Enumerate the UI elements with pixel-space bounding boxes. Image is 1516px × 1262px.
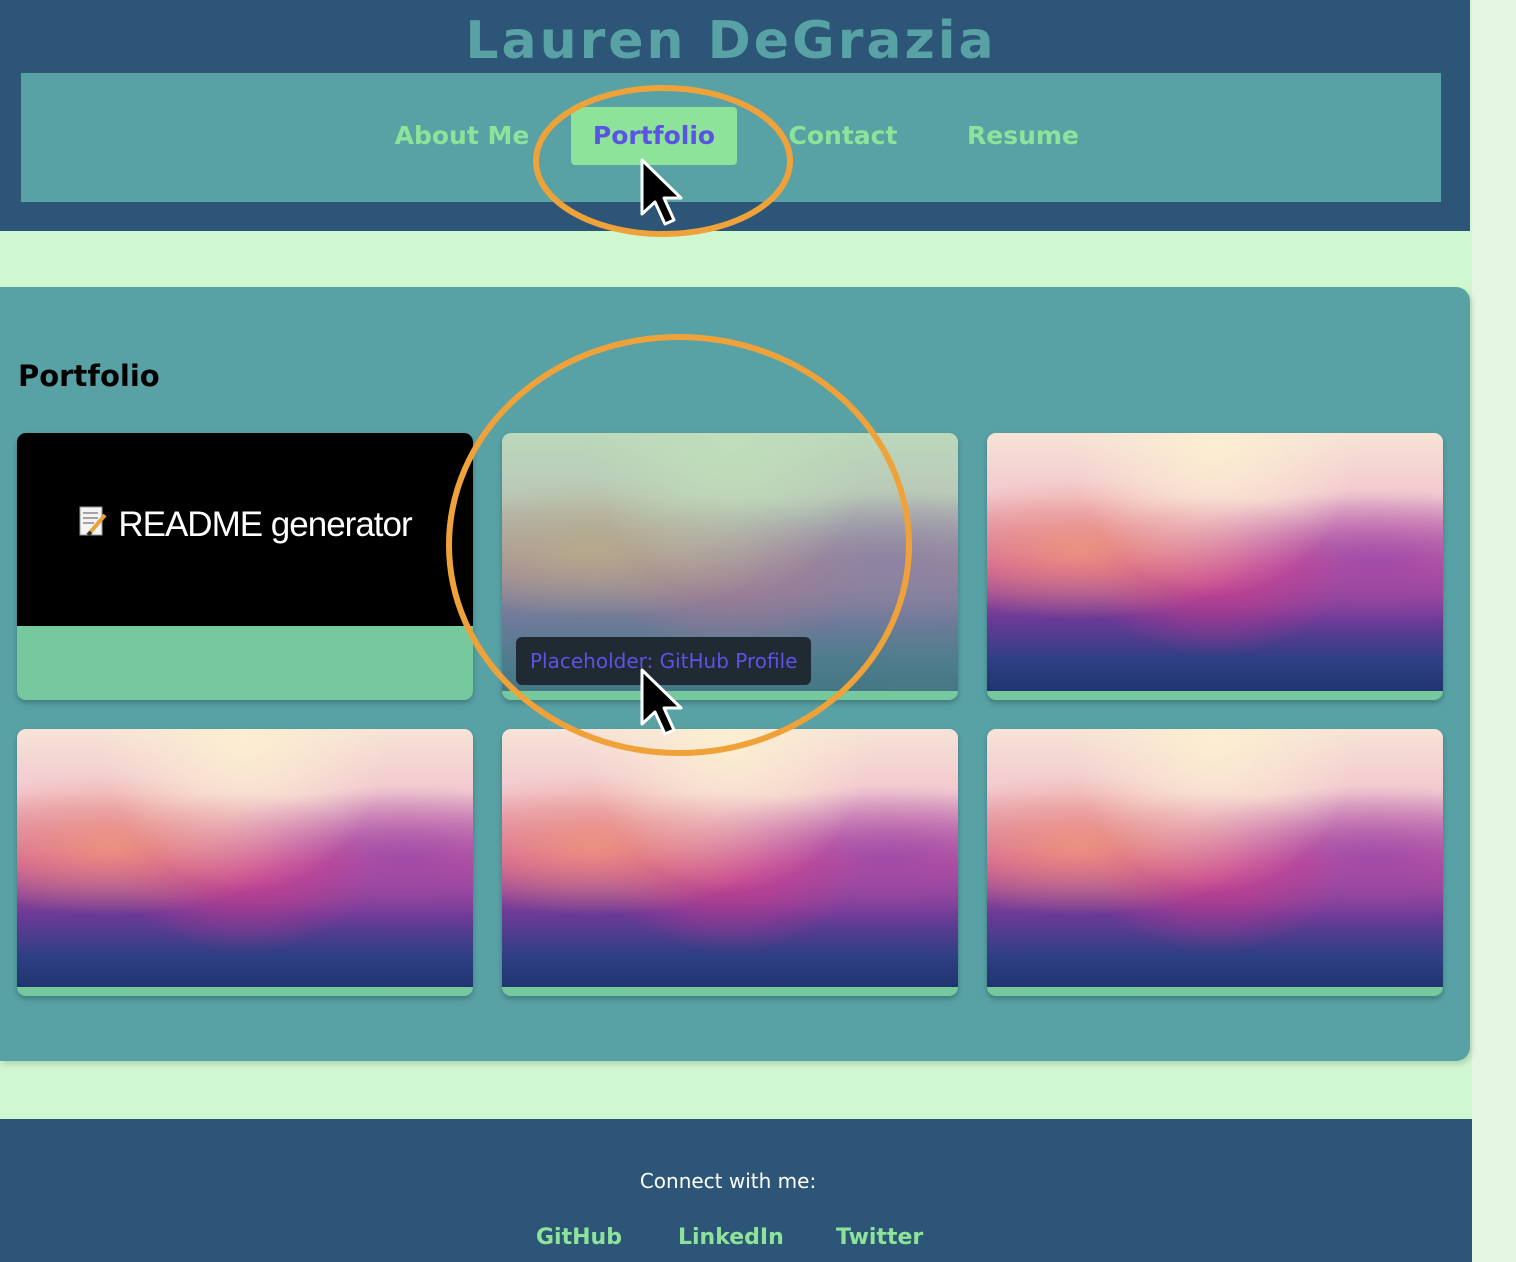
portfolio-section: Portfolio README generator Placeholder: xyxy=(0,287,1470,1061)
site-header: Lauren DeGrazia About Me Portfolio Conta… xyxy=(0,0,1470,231)
portfolio-title: Portfolio xyxy=(18,359,160,393)
footer-link-github[interactable]: GitHub xyxy=(536,1223,622,1253)
project-thumbnail xyxy=(987,433,1443,691)
readme-thumbnail-text: README generator xyxy=(17,505,473,545)
memo-icon xyxy=(78,505,108,539)
project-card-readme[interactable]: README generator xyxy=(17,433,473,700)
project-card[interactable] xyxy=(987,433,1443,700)
site-title: Lauren DeGrazia xyxy=(465,11,997,71)
nav-about-me[interactable]: About Me xyxy=(380,107,544,165)
main-nav: About Me Portfolio Contact Resume xyxy=(21,73,1441,202)
readme-label: README generator xyxy=(118,505,412,544)
project-card-github-profile[interactable]: Placeholder: GitHub Profile xyxy=(502,433,958,700)
project-card[interactable] xyxy=(17,729,473,996)
project-thumbnail xyxy=(17,729,473,987)
project-thumbnail xyxy=(502,729,958,987)
nav-resume[interactable]: Resume xyxy=(959,107,1087,165)
nav-portfolio[interactable]: Portfolio xyxy=(571,107,737,165)
site-footer: Connect with me: GitHub LinkedIn Twitter xyxy=(0,1119,1472,1262)
project-card[interactable] xyxy=(502,729,958,996)
project-thumbnail: README generator xyxy=(17,433,473,626)
page-margin-strip xyxy=(1472,0,1516,1262)
project-card[interactable] xyxy=(987,729,1443,996)
nav-contact[interactable]: Contact xyxy=(778,107,908,165)
footer-link-twitter[interactable]: Twitter xyxy=(836,1223,923,1253)
footer-link-linkedin[interactable]: LinkedIn xyxy=(678,1223,784,1253)
card-tooltip: Placeholder: GitHub Profile xyxy=(516,637,812,685)
project-thumbnail xyxy=(987,729,1443,987)
connect-text: Connect with me: xyxy=(639,1169,817,1193)
